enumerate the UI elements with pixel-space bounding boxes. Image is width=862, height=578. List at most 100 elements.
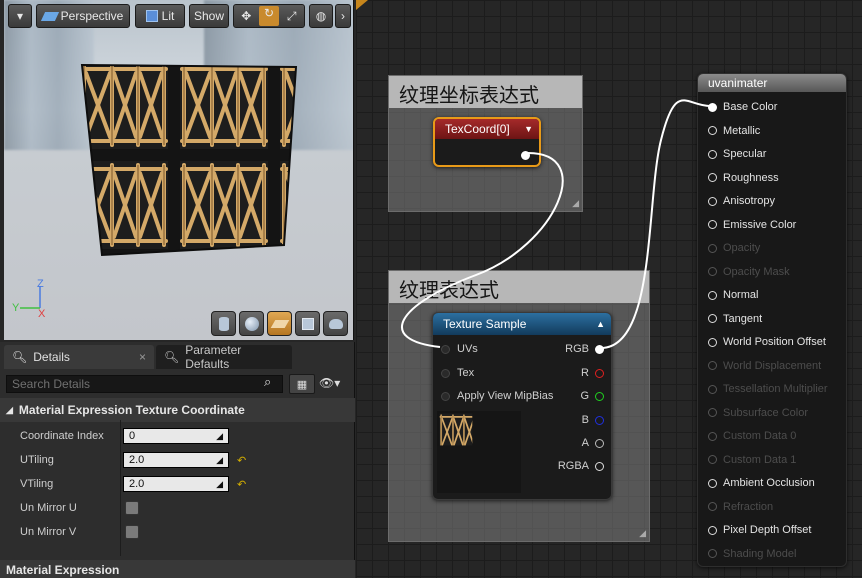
input-pin-tex[interactable]: Tex — [441, 367, 474, 379]
pin-label: Opacity — [723, 242, 761, 254]
result-pin: Subsurface Color — [708, 407, 808, 419]
pin-label: Tessellation Multiplier — [723, 383, 828, 395]
column-divider — [120, 420, 121, 556]
search-icon[interactable]: ⌕ — [264, 375, 271, 390]
output-pin-rgba[interactable]: RGBA — [558, 460, 604, 472]
output-pin-rgb[interactable]: RGB — [565, 343, 604, 355]
axis-z-label: Z — [37, 278, 44, 290]
property-matrix-button[interactable]: ▦ — [289, 374, 315, 394]
pin-dot — [708, 337, 717, 347]
preview-cylinder-button[interactable] — [211, 311, 236, 336]
property-row: UTiling 2.0 ◢ ↶ — [0, 448, 355, 472]
output-pin[interactable] — [521, 150, 530, 163]
material-graph[interactable]: 纹理坐标表达式 ◢ TexCoord[0] ▼ 纹理表达式 ◢ Texture … — [356, 0, 862, 578]
world-local-toggle[interactable]: ◍ — [309, 4, 333, 28]
property-label: UTiling — [20, 454, 54, 466]
output-pin-g[interactable]: G — [580, 390, 604, 402]
result-pin[interactable]: Base Color — [708, 101, 777, 113]
result-pin: Custom Data 1 — [708, 454, 796, 466]
lit-button[interactable]: Lit — [135, 4, 185, 28]
show-button[interactable]: Show — [189, 4, 229, 28]
un-mirror-u-checkbox[interactable] — [125, 501, 139, 515]
pin-dot — [708, 196, 717, 206]
vtiling-field[interactable]: 2.0 ◢ — [123, 476, 229, 492]
node-header[interactable]: TexCoord[0] ▼ — [435, 119, 539, 139]
result-pin: Refraction — [708, 501, 773, 513]
preview-custom-mesh-button[interactable] — [323, 311, 348, 336]
pin-dot — [708, 408, 717, 417]
preview-sphere-button[interactable] — [239, 311, 264, 336]
collapse-arrow-icon[interactable]: ▼ — [524, 124, 533, 134]
result-pin[interactable]: Normal — [708, 289, 758, 301]
resize-grip-icon[interactable]: ◢ — [639, 529, 646, 539]
pin-dot — [708, 384, 717, 394]
output-pin-a[interactable]: A — [582, 437, 604, 449]
texcoord-node[interactable]: TexCoord[0] ▼ — [433, 117, 541, 167]
viewport-options-button[interactable]: ▾ — [8, 4, 32, 28]
rotate-icon[interactable]: ↻ — [258, 6, 280, 26]
magnifier-icon: 🔍︎ — [12, 350, 28, 364]
magnifier-icon: 🔍︎ — [164, 350, 180, 364]
node-header[interactable]: Texture Sample ▲ — [433, 313, 611, 335]
utiling-field[interactable]: 2.0 ◢ — [123, 452, 229, 468]
preview-plane-button[interactable] — [267, 311, 292, 336]
result-pin[interactable]: Emissive Color — [708, 219, 796, 231]
result-node[interactable]: uvanimater Base Color Metallic Specular Rou… — [697, 73, 847, 567]
section-material-expression[interactable]: Material Expression — [0, 560, 355, 578]
field-value: 2.0 — [129, 478, 145, 490]
axis-y-label: Y — [12, 302, 20, 314]
viewport[interactable]: ▾ Perspective Lit Show ✥ ↻ ⤢ ◍ › Z Y X — [4, 0, 354, 340]
input-pin-uvs[interactable]: UVs — [441, 343, 478, 355]
viewport-more-button[interactable]: › — [335, 4, 351, 28]
pin-dot — [708, 126, 717, 135]
reset-to-default-icon[interactable]: ↶ — [237, 454, 246, 467]
resize-grip-icon[interactable]: ◢ — [572, 199, 579, 209]
section-texture-coordinate[interactable]: ◢ Material Expression Texture Coordinate — [0, 398, 355, 422]
perspective-button[interactable]: Perspective — [36, 4, 130, 28]
section-title: Material Expression — [6, 563, 120, 577]
pin-label: Custom Data 0 — [723, 430, 797, 442]
sphere-icon — [244, 316, 259, 331]
result-pin[interactable]: World Position Offset — [708, 336, 826, 348]
search-placeholder: Search Details — [12, 377, 91, 391]
node-header[interactable]: uvanimater — [698, 74, 846, 92]
search-details-input[interactable]: Search Details — [6, 375, 283, 393]
pin-label: Tex — [457, 367, 475, 379]
pin-label: Metallic — [723, 124, 761, 137]
result-pin[interactable]: Tangent — [708, 313, 762, 325]
pin-label: Shading Model — [723, 547, 797, 560]
reset-to-default-icon[interactable]: ↶ — [237, 478, 246, 491]
view-mode-label: Perspective — [60, 9, 124, 23]
result-pin[interactable]: Metallic — [708, 125, 760, 137]
node-title: Texture Sample — [443, 317, 527, 331]
texture-sample-node[interactable]: Texture Sample ▲ UVs Tex Apply View MipB… — [432, 312, 612, 500]
coordinate-index-field[interactable]: 0 ◢ — [123, 428, 229, 444]
tab-parameter-defaults[interactable]: 🔍︎ Parameter Defaults — [156, 345, 292, 369]
result-pin[interactable]: Anisotropy — [708, 195, 775, 207]
tab-details[interactable]: 🔍︎ Details × — [4, 345, 154, 369]
globe-icon: ◍ — [315, 9, 327, 23]
move-icon[interactable]: ✥ — [236, 9, 257, 23]
pin-dot — [708, 314, 717, 323]
result-pin[interactable]: Pixel Depth Offset — [708, 524, 811, 536]
comment-title[interactable]: 纹理坐标表达式 — [389, 76, 582, 108]
view-options-button[interactable]: 👁︎▾ — [319, 376, 340, 390]
result-pin[interactable]: Roughness — [708, 172, 779, 184]
output-pin-b[interactable]: B — [582, 414, 604, 426]
un-mirror-v-checkbox[interactable] — [125, 525, 139, 539]
pin-dot — [708, 478, 717, 488]
output-pin-r[interactable]: R — [581, 367, 604, 379]
collapse-arrow-icon[interactable]: ▲ — [596, 319, 605, 329]
transform-tools[interactable]: ✥ ↻ ⤢ — [233, 4, 305, 28]
preview-cube-button[interactable] — [295, 311, 320, 336]
result-pin[interactable]: Specular — [708, 148, 766, 160]
pin-dot — [708, 290, 717, 300]
property-label: VTiling — [20, 478, 54, 490]
result-pin[interactable]: Ambient Occlusion — [708, 477, 815, 489]
input-pin-apply-view-mipbias[interactable]: Apply View MipBias — [441, 390, 553, 402]
scale-icon[interactable]: ⤢ — [281, 9, 302, 24]
close-icon[interactable]: × — [139, 350, 146, 364]
pin-dot — [708, 361, 717, 370]
pin-dot — [595, 415, 604, 425]
comment-title[interactable]: 纹理表达式 — [389, 271, 649, 303]
